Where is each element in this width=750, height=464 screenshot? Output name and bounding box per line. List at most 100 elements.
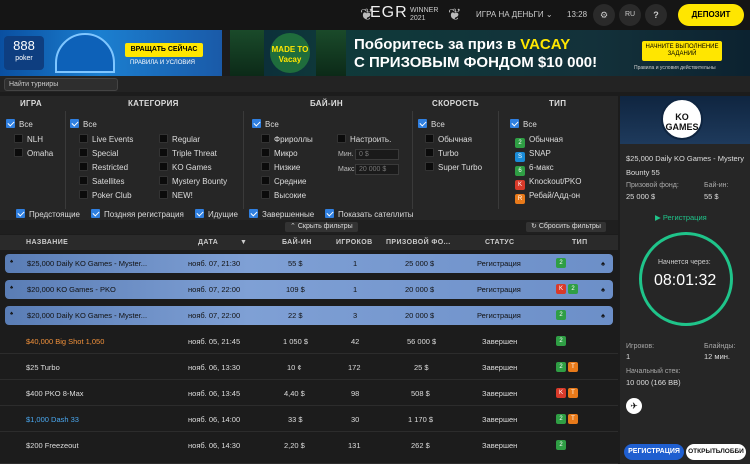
play-money-dropdown[interactable]: ИГРА НА ДЕНЬГИ ⌄ (476, 10, 553, 19)
speed-normal-checkbox[interactable]: Обычная (425, 134, 472, 144)
buyin-high-checkbox[interactable]: Высокие (261, 190, 306, 200)
terms-link[interactable]: ПРАВИЛА И УСЛОВИЯ (130, 60, 195, 66)
game-nlh-checkbox[interactable]: NLH (14, 134, 43, 144)
buyin-max-input[interactable]: 20 000 $ (355, 164, 399, 175)
rebuy-icon: R (515, 194, 525, 204)
filter-header-buyin: БАЙ-ИН (310, 99, 343, 108)
spade-icon: ♠ (601, 285, 605, 294)
category-all-checkbox[interactable]: Все (70, 119, 97, 129)
table-row[interactable]: $400 PKO 8-Max нояб. 06, 13:45 4,40 $ 98… (0, 381, 618, 406)
row-status: Завершен (482, 415, 518, 424)
row-players: 30 (351, 415, 360, 424)
category-mystery-checkbox[interactable]: Mystery Bounty (159, 176, 227, 186)
col-date[interactable]: ДАТА (198, 239, 218, 246)
spade-icon: ♠ (10, 285, 14, 291)
six-max-icon: 6 (515, 166, 525, 176)
snap-icon: S (515, 152, 525, 162)
late-reg-checkbox[interactable]: Поздняя регистрация (91, 209, 184, 219)
sort-desc-icon[interactable]: ▼ (240, 239, 247, 246)
gear-icon[interactable]: ⚙ (593, 4, 615, 26)
speed-super-turbo-checkbox[interactable]: Super Turbo (425, 162, 482, 172)
type-6max-checkbox[interactable]: 6 6-макс (502, 162, 554, 176)
buyin-micro-checkbox[interactable]: Микро (261, 148, 298, 158)
table-row[interactable]: $40,000 Big Shot 1,050 нояб. 05, 21:45 1… (0, 329, 618, 354)
registration-status: ▶ Регистрация (655, 213, 707, 222)
start-tasks-button[interactable]: НАЧНИТЕ ВЫПОЛНЕНИЕ ЗАДАНИЙ (642, 41, 722, 61)
category-ko-checkbox[interactable]: KO Games (159, 162, 212, 172)
category-live-checkbox[interactable]: Live Events (79, 134, 133, 144)
category-poker-club-checkbox[interactable]: Poker Club (79, 190, 132, 200)
row-status: Завершен (482, 337, 518, 346)
normal-type-icon: 2 (568, 284, 578, 294)
col-prize[interactable]: ПРИЗОВОЙ ФО... (386, 239, 451, 246)
buyin-min-input[interactable]: 0 $ (355, 149, 399, 160)
buyin-freeroll-checkbox[interactable]: Фрироллы (261, 134, 313, 144)
category-special-checkbox[interactable]: Special (79, 148, 118, 158)
888-poker-logo: 888 poker (4, 36, 44, 70)
category-satellites-checkbox[interactable]: Satellites (79, 176, 124, 186)
made-to-vacay-badge: MADE TO Vacay (270, 33, 310, 73)
search-input[interactable]: Найти турниры (4, 78, 118, 91)
countdown-timer: 08:01:32 (654, 272, 717, 289)
blinds-value: 12 мин. (704, 352, 730, 361)
col-type[interactable]: ТИП (572, 239, 588, 246)
running-checkbox[interactable]: Идущие (195, 209, 238, 219)
promo-banner-vacay[interactable]: MADE TO Vacay Поборитесь за приз в VACAY… (230, 30, 750, 76)
table-row[interactable]: $200 Freezeout нояб. 06, 14:30 2,20 $ 13… (0, 433, 618, 464)
buyin-custom-checkbox[interactable]: Настроить. (337, 134, 391, 144)
col-players[interactable]: ИГРОКОВ (336, 239, 373, 246)
ko-games-logo: KO GAMES (661, 98, 703, 140)
speed-all-checkbox[interactable]: Все (418, 119, 445, 129)
show-satellites-checkbox[interactable]: Показать сателлиты (325, 209, 413, 219)
divider (412, 111, 413, 209)
table-row[interactable]: ♠ $25,000 Daily KO Games - Myster... ноя… (5, 254, 613, 273)
hide-filters-button[interactable]: ⌃ Скрыть фильтры (285, 222, 358, 232)
col-buyin[interactable]: БАЙ-ИН (282, 239, 312, 246)
spin-now-button[interactable]: ВРАЩАТЬ СЕЙЧАС (125, 43, 203, 57)
buyin-value: 55 $ (704, 192, 719, 201)
table-header: НАЗВАНИЕ ДАТА ▼ БАЙ-ИН ИГРОКОВ ПРИЗОВОЙ … (0, 235, 618, 250)
type-knockout-checkbox[interactable]: K Knockout/PKO (502, 176, 581, 190)
game-all-checkbox[interactable]: Все (6, 119, 33, 129)
type-normal-checkbox[interactable]: 2 Обычная (502, 134, 563, 148)
buyin-all-checkbox[interactable]: Все (252, 119, 279, 129)
row-players: 1 (353, 259, 358, 268)
language-button[interactable]: RU (619, 4, 641, 26)
divider (65, 111, 66, 209)
knockout-icon: K (556, 284, 566, 294)
reset-filters-button[interactable]: ↻ Сбросить фильтры (526, 222, 606, 232)
buyin-low-checkbox[interactable]: Низкие (261, 162, 300, 172)
game-omaha-checkbox[interactable]: Omaha (14, 148, 53, 158)
row-name: $40,000 Big Shot 1,050 (26, 337, 105, 346)
promo-banner-888[interactable]: 888 poker ВРАЩАТЬ СЕЙЧАС ПРАВИЛА И УСЛОВИ… (0, 30, 222, 76)
finished-checkbox[interactable]: Завершенные (249, 209, 314, 219)
upcoming-checkbox[interactable]: Предстоящие (16, 209, 80, 219)
category-regular-checkbox[interactable]: Regular (159, 134, 200, 144)
type-snap-checkbox[interactable]: S SNAP (502, 148, 551, 162)
row-name: $400 PKO 8-Max (26, 389, 84, 398)
table-row[interactable]: $1,000 Dash 33 нояб. 06, 14:00 33 $ 30 1… (0, 407, 618, 432)
category-new-checkbox[interactable]: NEW! (159, 190, 193, 200)
category-restricted-checkbox[interactable]: Restricted (79, 162, 128, 172)
category-triple-checkbox[interactable]: Triple Threat (159, 148, 217, 158)
deposit-button[interactable]: ДЕПОЗИТ (678, 4, 744, 26)
starts-in-label: Начнется через: (658, 259, 711, 266)
row-prize: 25 $ (414, 363, 429, 372)
row-players: 3 (353, 311, 358, 320)
divider (243, 111, 244, 209)
col-name[interactable]: НАЗВАНИЕ (26, 239, 68, 246)
banner-terms[interactable]: Правила и условия действительны (634, 65, 716, 71)
open-lobby-button[interactable]: ОТКРЫТЬЛОББИ (686, 444, 746, 460)
speed-turbo-checkbox[interactable]: Turbo (425, 148, 459, 158)
table-row[interactable]: ♠ $20,000 KO Games - PKO нояб. 07, 22:00… (5, 280, 613, 299)
spade-icon: ♠ (10, 311, 14, 317)
help-button[interactable]: ? (645, 4, 667, 26)
register-button[interactable]: РЕГИСТРАЦИЯ (624, 444, 684, 460)
table-row[interactable]: $25 Turbo нояб. 06, 13:30 10 ¢ 172 25 $ … (0, 355, 618, 380)
table-row[interactable]: ♠ $20,000 Daily KO Games - Myster... ноя… (5, 306, 613, 325)
buyin-mid-checkbox[interactable]: Средние (261, 176, 307, 186)
col-status[interactable]: СТАТУС (485, 239, 515, 246)
type-all-checkbox[interactable]: Все (510, 119, 537, 129)
normal-type-icon: 2 (556, 362, 566, 372)
type-rebuy-checkbox[interactable]: R Ребай/Адд-он (502, 190, 580, 204)
